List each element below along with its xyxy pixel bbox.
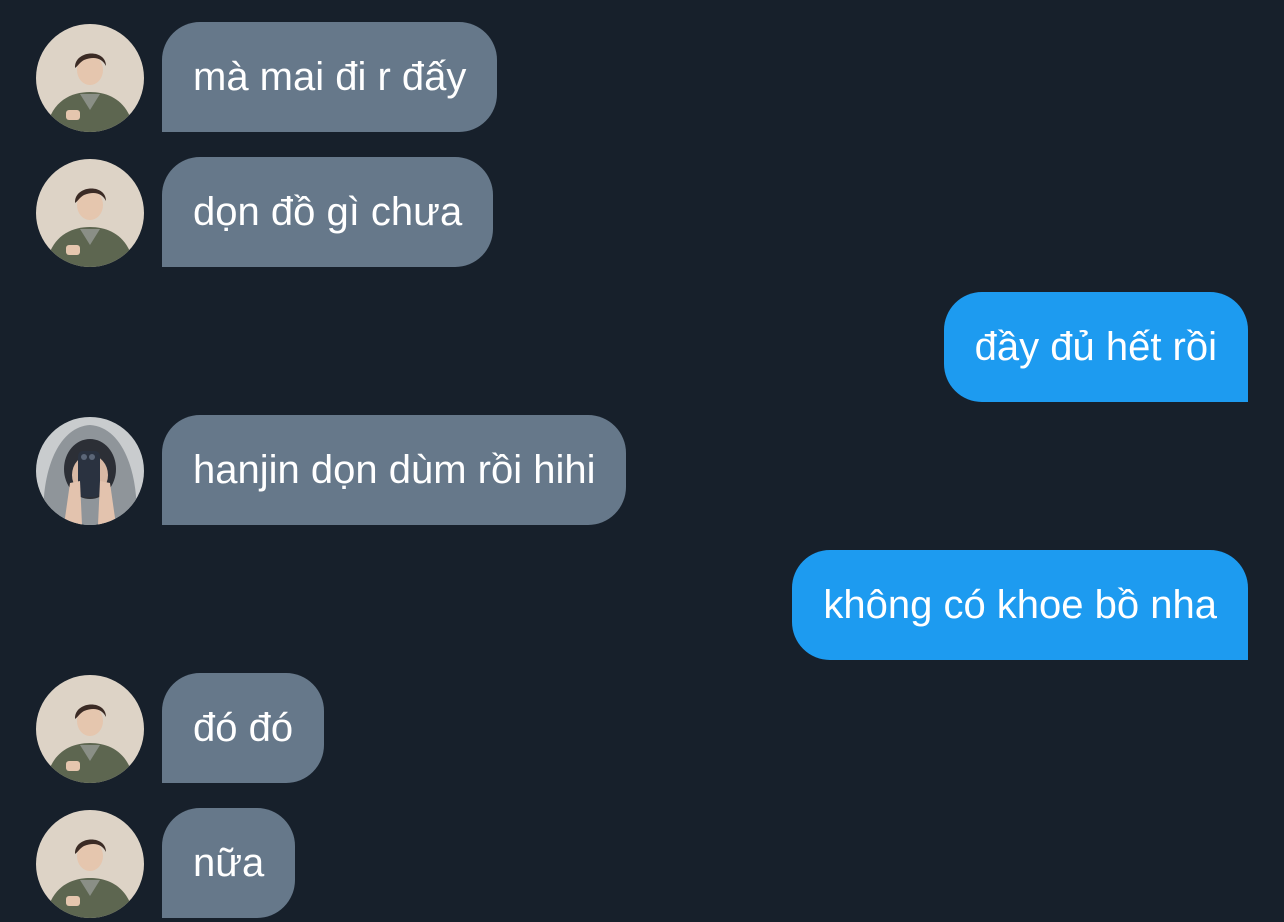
avatar-icon: [36, 675, 144, 783]
message-text: đầy đủ hết rồi: [974, 325, 1217, 369]
incoming-message-bubble[interactable]: dọn đồ gì chưa: [162, 157, 494, 267]
message-text: dọn đồ gì chưa: [193, 190, 463, 234]
outgoing-message-bubble[interactable]: không có khoe bồ nha: [792, 550, 1248, 660]
incoming-message-bubble[interactable]: mà mai đi r đấy: [162, 22, 498, 132]
avatar-icon: [36, 159, 144, 267]
message-text: không có khoe bồ nha: [823, 583, 1217, 627]
avatar[interactable]: [36, 24, 144, 132]
message-text: nữa: [193, 841, 265, 885]
avatar[interactable]: [36, 810, 144, 918]
avatar-icon: [36, 24, 144, 132]
avatar[interactable]: [36, 675, 144, 783]
avatar[interactable]: [36, 417, 144, 525]
outgoing-message-bubble[interactable]: đầy đủ hết rồi: [943, 292, 1248, 402]
incoming-message-bubble[interactable]: nữa: [162, 808, 296, 918]
incoming-message-bubble[interactable]: hanjin dọn dùm rồi hihi: [162, 415, 627, 525]
message-text: hanjin dọn dùm rồi hihi: [193, 448, 596, 492]
incoming-message-bubble[interactable]: đó đó: [162, 673, 325, 783]
message-text: đó đó: [193, 706, 294, 750]
message-thread: mà mai đi r đấy dọn đồ gì chưa đầy đủ hế…: [0, 0, 1284, 922]
avatar-icon: [36, 810, 144, 918]
avatar[interactable]: [36, 159, 144, 267]
message-text: mà mai đi r đấy: [193, 55, 467, 99]
hooded-selfie-avatar-icon: [36, 417, 144, 525]
